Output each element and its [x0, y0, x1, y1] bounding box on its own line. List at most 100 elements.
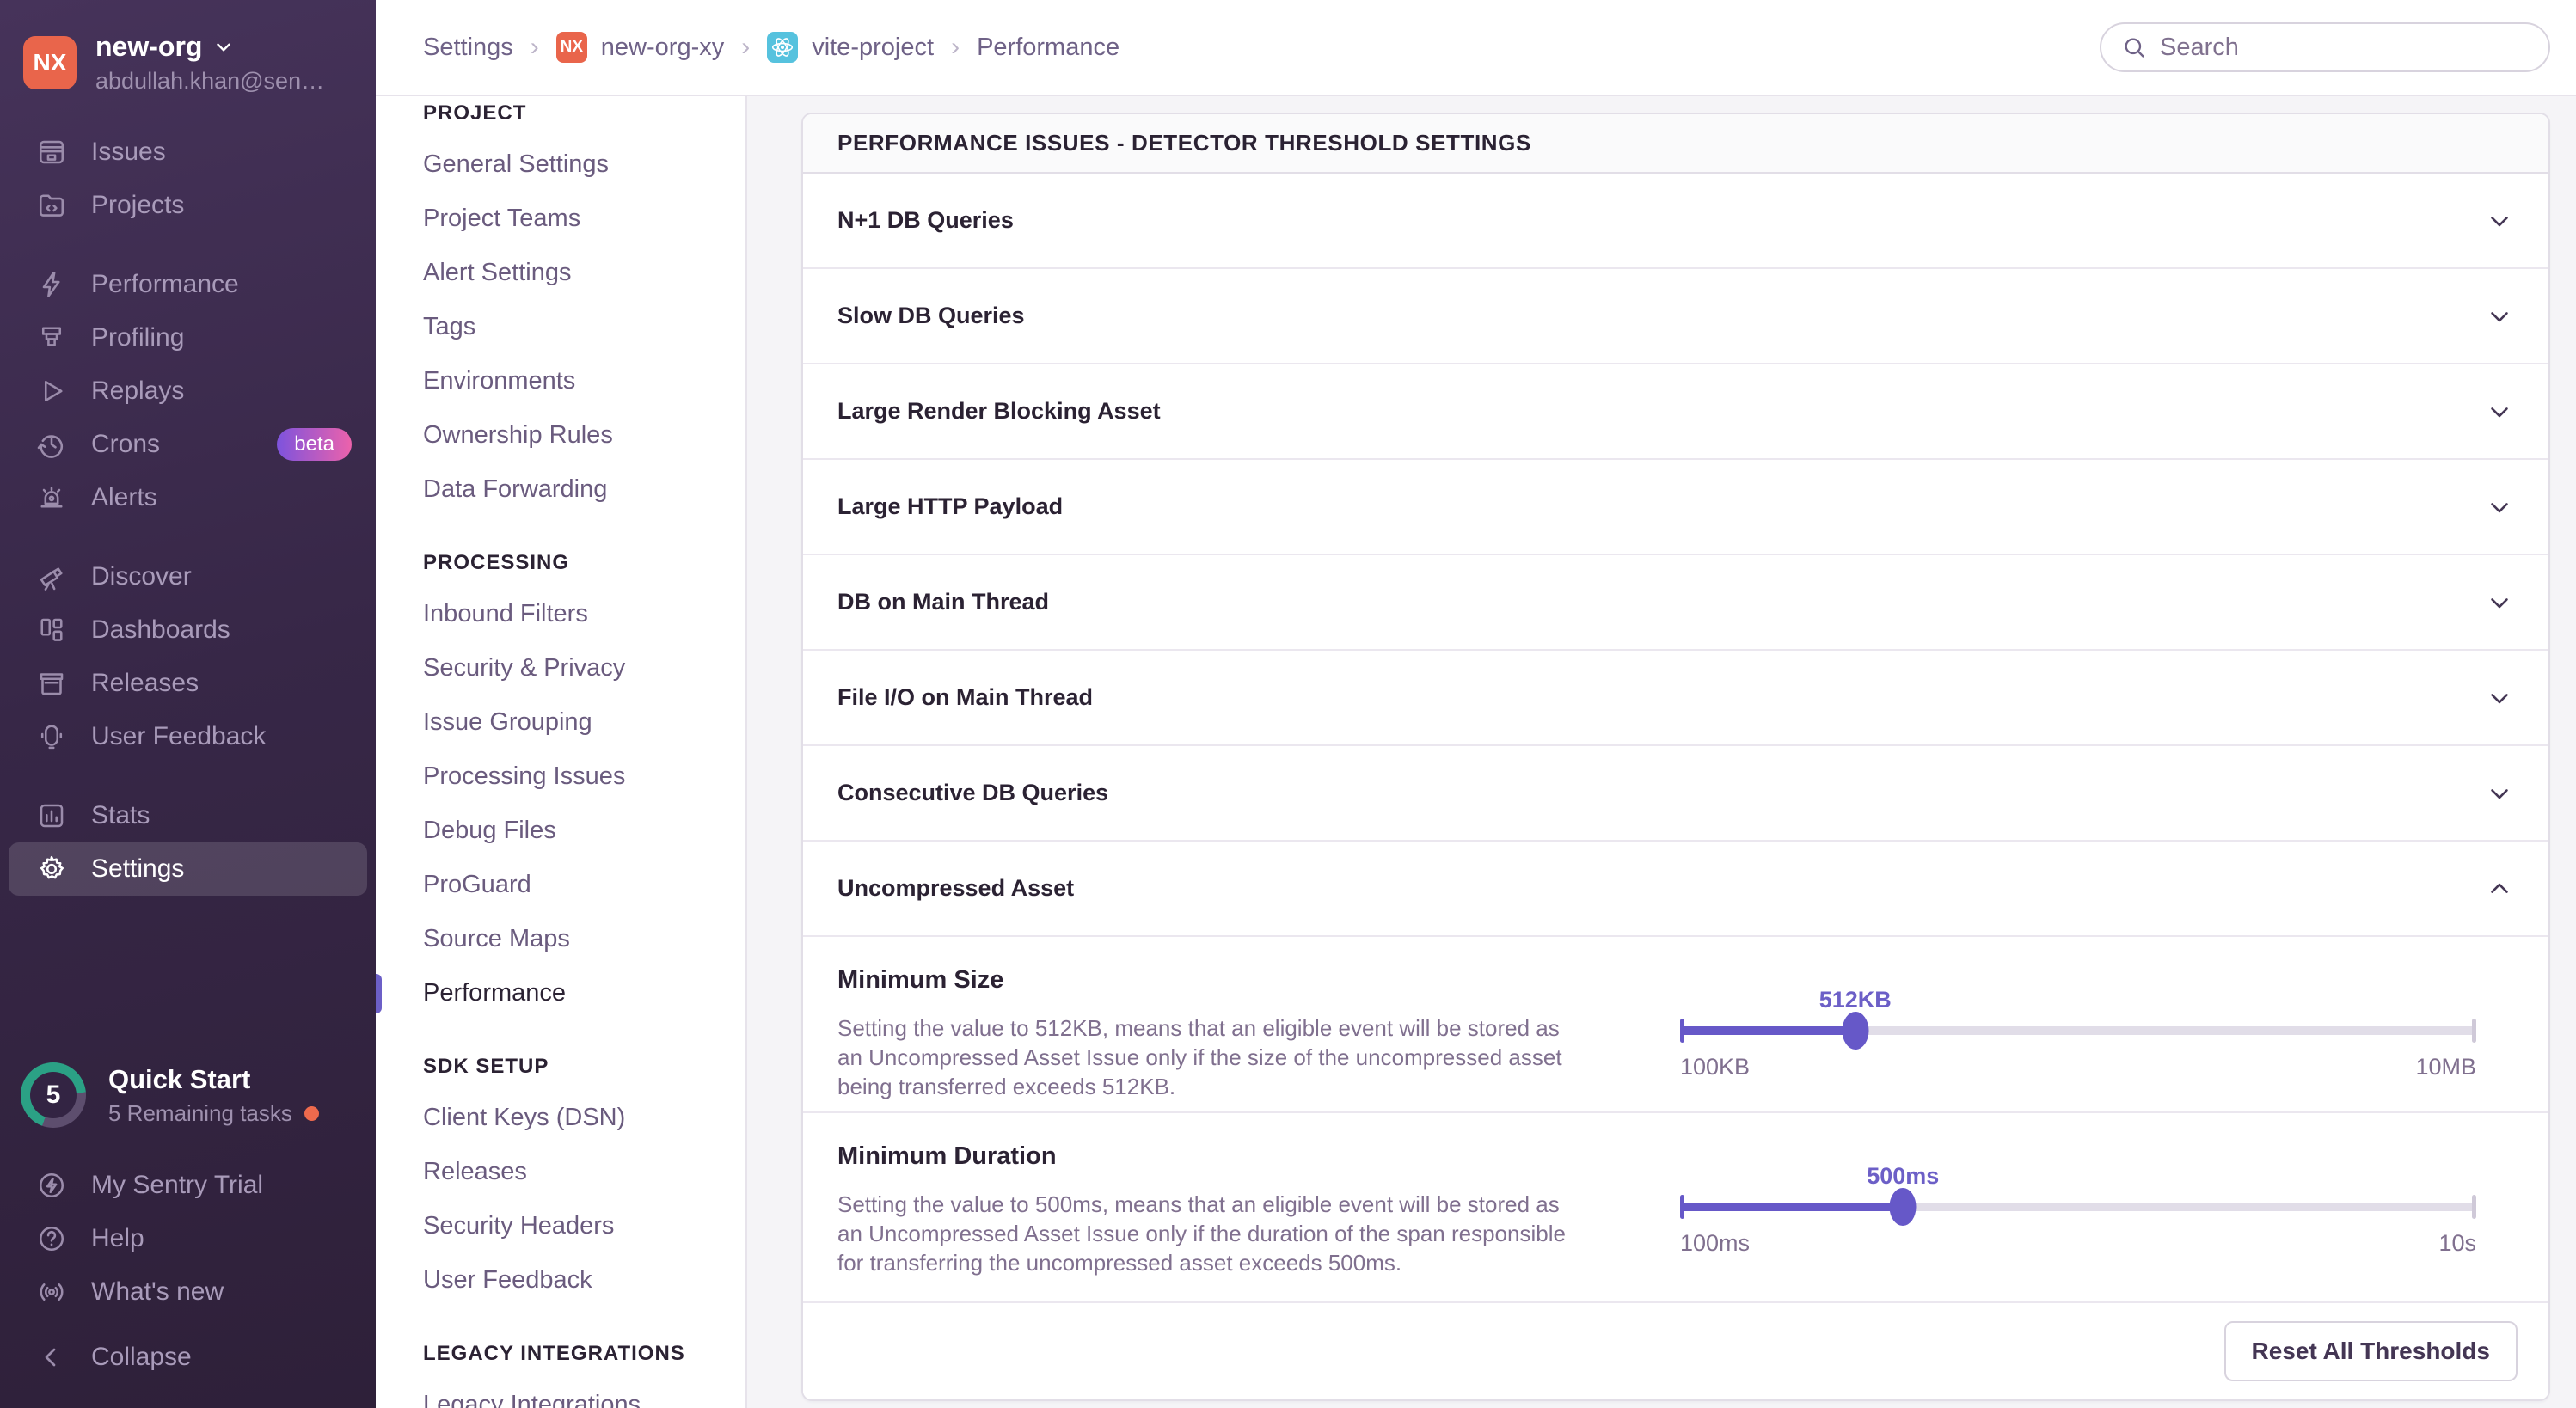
breadcrumb-label: Settings	[423, 34, 513, 62]
threshold-section-minimum-size: Minimum Size Setting the value to 512KB, …	[803, 937, 2548, 1113]
settings-nav-item-inbound-filters[interactable]: Inbound Filters	[423, 587, 745, 641]
sidebar-item-label: Settings	[91, 854, 184, 884]
settings-nav-item-source-maps[interactable]: Source Maps	[423, 912, 745, 966]
chevron-down-icon	[2485, 206, 2514, 236]
gear-icon	[36, 854, 67, 885]
sidebar-item-performance[interactable]: Performance	[9, 258, 367, 311]
breadcrumb-item-vite-project[interactable]: vite-project	[767, 32, 934, 63]
settings-nav-item-user-feedback[interactable]: User Feedback	[423, 1253, 745, 1307]
settings-nav-item-environments[interactable]: Environments	[423, 354, 745, 408]
sidebar-item-my-sentry-trial[interactable]: My Sentry Trial	[9, 1159, 367, 1212]
settings-nav-item-ownership-rules[interactable]: Ownership Rules	[423, 408, 745, 462]
detector-label: Consecutive DB Queries	[837, 780, 1108, 806]
sidebar-item-label: Performance	[91, 270, 239, 299]
quick-start[interactable]: 5 Quick Start 5 Remaining tasks	[0, 1040, 376, 1150]
sidebar-item-dashboards[interactable]: Dashboards	[9, 603, 367, 657]
settings-nav-item-alert-settings[interactable]: Alert Settings	[423, 246, 745, 300]
detector-row-large-render-blocking-asset[interactable]: Large Render Blocking Asset	[803, 364, 2548, 460]
threshold-title: Minimum Size	[837, 966, 1620, 995]
sidebar-item-releases[interactable]: Releases	[9, 657, 367, 710]
sidebar-item-projects[interactable]: Projects	[9, 179, 367, 232]
detector-row-uncompressed-asset[interactable]: Uncompressed Asset	[803, 842, 2548, 937]
sidebar-group: Discover DashboardsReleasesUser Feedback	[0, 550, 376, 763]
settings-nav-item-legacy-integrations[interactable]: Legacy Integrations	[423, 1378, 745, 1408]
settings-nav-item-security-privacy[interactable]: Security & Privacy	[423, 641, 745, 695]
settings-nav-item-debug-files[interactable]: Debug Files	[423, 804, 745, 858]
reset-all-thresholds-button[interactable]: Reset All Thresholds	[2224, 1321, 2518, 1381]
sidebar-item-label: Discover	[91, 562, 192, 591]
org-name: new-org	[95, 31, 202, 63]
slider-track[interactable]	[1680, 1203, 2476, 1211]
detector-row-n-1-db-queries[interactable]: N+1 DB Queries	[803, 174, 2548, 269]
chevron-down-icon	[2485, 683, 2514, 713]
beta-badge: beta	[277, 428, 352, 461]
detector-row-slow-db-queries[interactable]: Slow DB Queries	[803, 269, 2548, 364]
chevron-down-icon	[2485, 588, 2514, 617]
quick-start-subtitle: 5 Remaining tasks	[108, 1100, 292, 1127]
org-avatar: NX	[23, 36, 77, 89]
sidebar-item-alerts[interactable]: Alerts	[9, 471, 367, 524]
sidebar-item-what-s-new[interactable]: What's new	[9, 1265, 367, 1319]
chevron-left-icon	[36, 1342, 67, 1373]
settings-nav-item-issue-grouping[interactable]: Issue Grouping	[423, 695, 745, 750]
primary-sidebar: NX new-org abdullah.khan@sen… IssuesProj…	[0, 0, 376, 1408]
issues-icon	[36, 137, 67, 168]
settings-nav-item-data-forwarding[interactable]: Data Forwarding	[423, 462, 745, 517]
sidebar-item-label: Alerts	[91, 483, 157, 512]
settings-nav-item-releases[interactable]: Releases	[423, 1145, 745, 1199]
settings-nav-section-project: PROJECT	[423, 101, 745, 125]
settings-nav-section-sdk-setup: SDK SETUP	[423, 1055, 745, 1079]
breadcrumb: Settings›NXnew-org-xy›vite-project›Perfo…	[423, 32, 1119, 63]
sidebar-item-settings[interactable]: Settings	[9, 842, 367, 896]
slider-thumb[interactable]	[1842, 1012, 1868, 1050]
dashboards-icon	[36, 615, 67, 646]
threshold-description: Setting the value to 512KB, means that a…	[837, 1013, 1577, 1101]
slider-value-label: 500ms	[1867, 1163, 1939, 1190]
org-switcher[interactable]: NX new-org abdullah.khan@sen…	[0, 0, 376, 120]
sidebar-item-help[interactable]: Help	[9, 1212, 367, 1265]
react-icon	[767, 32, 798, 63]
breadcrumb-item-new-org-xy[interactable]: NXnew-org-xy	[556, 32, 724, 63]
slider-track[interactable]	[1680, 1026, 2476, 1035]
collapse-button[interactable]: Collapse	[9, 1331, 367, 1384]
slider-right-cap	[2472, 1195, 2476, 1219]
search-box[interactable]	[2100, 22, 2550, 72]
settings-nav-item-general-settings[interactable]: General Settings	[423, 138, 745, 192]
sidebar-item-user-feedback[interactable]: User Feedback	[9, 710, 367, 763]
chevron-down-icon	[212, 36, 235, 58]
detector-row-db-on-main-thread[interactable]: DB on Main Thread	[803, 555, 2548, 651]
sentry-settings-app: NX new-org abdullah.khan@sen… IssuesProj…	[0, 0, 2576, 1408]
sidebar-item-stats[interactable]: Stats	[9, 789, 367, 842]
top-bar: Settings›NXnew-org-xy›vite-project›Perfo…	[376, 0, 2576, 96]
stats-icon	[36, 800, 67, 831]
settings-nav-item-project-teams[interactable]: Project Teams	[423, 192, 745, 246]
detector-rows: N+1 DB QueriesSlow DB QueriesLarge Rende…	[803, 174, 2548, 937]
sidebar-item-crons[interactable]: Crons beta	[9, 418, 367, 471]
settings-nav-item-processing-issues[interactable]: Processing Issues	[423, 750, 745, 804]
collapse-label: Collapse	[91, 1343, 192, 1372]
slider-min-label: 100ms	[1680, 1230, 1750, 1257]
slider-thumb[interactable]	[1890, 1188, 1917, 1226]
search-input[interactable]	[2160, 34, 2528, 62]
settings-nav-item-tags[interactable]: Tags	[423, 300, 745, 354]
sidebar-item-discover[interactable]: Discover	[9, 550, 367, 603]
sidebar-nav: IssuesProjects Performance ProfilingReplay…	[0, 120, 376, 1035]
settings-nav-item-proguard[interactable]: ProGuard	[423, 858, 745, 912]
breadcrumb-item-performance[interactable]: Performance	[977, 34, 1119, 62]
detector-row-file-i-o-on-main-thread[interactable]: File I/O on Main Thread	[803, 651, 2548, 746]
chevron-down-icon	[2485, 493, 2514, 522]
detector-row-large-http-payload[interactable]: Large HTTP Payload	[803, 460, 2548, 555]
settings-nav-item-performance[interactable]: Performance	[423, 966, 745, 1020]
detector-label: File I/O on Main Thread	[837, 684, 1093, 711]
breadcrumb-item-settings[interactable]: Settings	[423, 34, 513, 62]
settings-nav-item-security-headers[interactable]: Security Headers	[423, 1199, 745, 1253]
sidebar-item-replays[interactable]: Replays	[9, 364, 367, 418]
detector-row-consecutive-db-queries[interactable]: Consecutive DB Queries	[803, 746, 2548, 842]
sidebar-item-label: Crons	[91, 430, 160, 459]
sidebar-item-profiling[interactable]: Profiling	[9, 311, 367, 364]
user-feedback-icon	[36, 721, 67, 752]
sidebar-item-issues[interactable]: Issues	[9, 125, 367, 179]
profiling-icon	[36, 322, 67, 353]
settings-nav-item-client-keys-dsn-[interactable]: Client Keys (DSN)	[423, 1091, 745, 1145]
main-content: PERFORMANCE ISSUES - DETECTOR THRESHOLD …	[749, 98, 2576, 1408]
